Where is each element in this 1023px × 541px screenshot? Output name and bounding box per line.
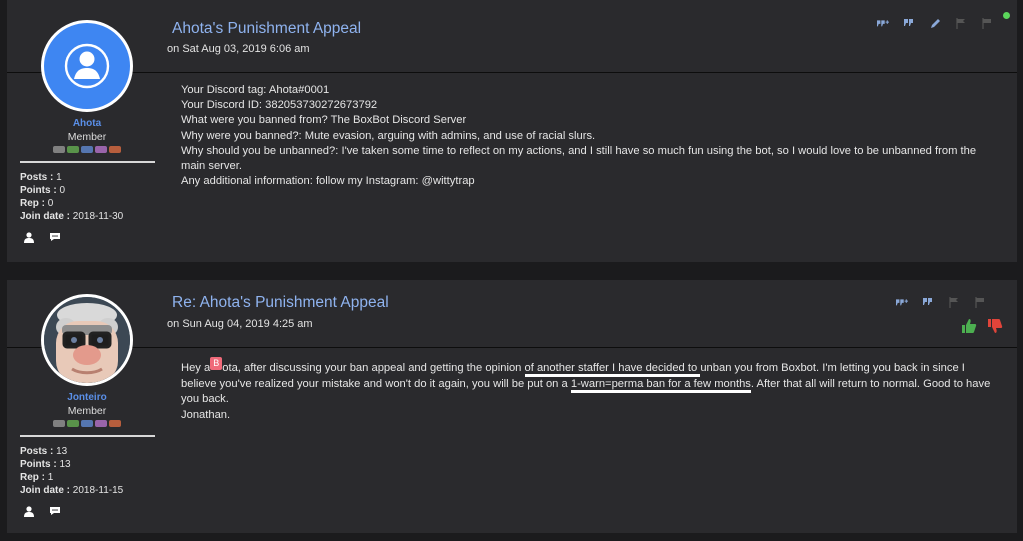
- post-1: Ahota's Punishment Appeal on Sat Aug 03,…: [7, 0, 1017, 262]
- author-profile: Ahota Member Posts : 1 Points : 0 Rep : …: [7, 20, 167, 243]
- stat-posts: Posts : 13: [20, 445, 167, 458]
- body-text: ota, after discussing your ban appeal an…: [222, 362, 525, 374]
- profile-divider: [20, 161, 155, 163]
- stat-value: 1: [47, 472, 54, 483]
- rank-badge: [81, 146, 93, 153]
- multi-quote-icon[interactable]: [896, 296, 908, 308]
- flag-icon[interactable]: [955, 17, 967, 29]
- stat-value: 13: [59, 459, 71, 470]
- post-date: on Sat Aug 03, 2019 6:06 am: [167, 43, 310, 55]
- rank-badge: [53, 146, 65, 153]
- rank-badge: [81, 420, 93, 427]
- body-text: Hey a: [181, 362, 211, 374]
- stat-join-date: Join date : 2018-11-30: [20, 210, 167, 223]
- username-link[interactable]: Ahota: [7, 118, 167, 129]
- stat-value: 13: [56, 446, 68, 457]
- stat-posts: Posts : 1: [20, 171, 167, 184]
- stat-label: Points :: [20, 185, 57, 196]
- online-status-indicator: [1003, 12, 1010, 19]
- profile-icon[interactable]: [23, 505, 35, 517]
- rank-badges: [7, 420, 167, 427]
- signature-line: Jonathan.: [181, 408, 231, 421]
- post-body: Your Discord tag: Ahota#0001 Your Discor…: [181, 83, 991, 189]
- underlined-text: of another staffer I have decided to: [524, 362, 701, 377]
- post-title-link[interactable]: Re: Ahota's Punishment Appeal: [172, 294, 389, 312]
- stat-value: 0: [47, 198, 54, 209]
- profile-links: [7, 231, 167, 243]
- avatar[interactable]: [41, 294, 133, 386]
- profile-divider: [20, 435, 155, 437]
- body-line: Why were you banned?: Mute evasion, argu…: [181, 129, 596, 142]
- rank-badge: [95, 420, 107, 427]
- user-stats: Posts : 1 Points : 0 Rep : 0 Join date :…: [7, 171, 167, 223]
- notification-badge: B: [210, 357, 223, 370]
- rank-badge: [109, 146, 121, 153]
- vote-buttons: [961, 318, 1003, 334]
- username-link[interactable]: Jonteiro: [7, 392, 167, 403]
- avatar[interactable]: [41, 20, 133, 112]
- underlined-text: 1-warn=perma ban for a few months: [570, 377, 751, 393]
- rank-badge: [95, 146, 107, 153]
- flag-icon[interactable]: [948, 296, 960, 308]
- quote-icon[interactable]: [903, 17, 915, 29]
- date-value: Sat Aug 03, 2019 6:06 am: [182, 43, 310, 55]
- user-rank: Member: [67, 131, 107, 143]
- thumbs-down-icon[interactable]: [987, 318, 1003, 334]
- author-profile: Jonteiro Member Posts : 13 Points : 13 R…: [7, 294, 167, 517]
- edit-icon[interactable]: [929, 17, 941, 29]
- rank-badge: [67, 420, 79, 427]
- stat-value: 2018-11-30: [72, 211, 124, 222]
- stat-value: 1: [56, 172, 62, 183]
- rank-badge: [109, 420, 121, 427]
- stat-label: Rep :: [20, 472, 45, 483]
- stat-value: 0: [59, 185, 66, 196]
- message-icon[interactable]: [49, 231, 61, 243]
- body-line: Why should you be unbanned?: I've taken …: [181, 144, 977, 173]
- warn-flag-icon[interactable]: [981, 17, 993, 29]
- stat-join-date: Join date : 2018-11-15: [20, 484, 167, 497]
- warn-flag-icon[interactable]: [974, 296, 986, 308]
- rank-badge: [67, 146, 79, 153]
- profile-icon[interactable]: [23, 231, 35, 243]
- stat-points: Points : 0: [20, 184, 167, 197]
- date-prefix: on: [167, 318, 180, 330]
- rank-badges: [7, 146, 167, 153]
- post-title-link[interactable]: Ahota's Punishment Appeal: [172, 20, 361, 38]
- quote-icon[interactable]: [922, 296, 934, 308]
- post-2: Re: Ahota's Punishment Appeal on Sun Aug…: [7, 280, 1017, 533]
- thumbs-up-icon[interactable]: [961, 318, 977, 334]
- multi-quote-icon[interactable]: [877, 17, 889, 29]
- rank-badge: [53, 420, 65, 427]
- stat-rep: Rep : 0: [20, 197, 167, 210]
- post-date: on Sun Aug 04, 2019 4:25 am: [167, 318, 313, 330]
- profile-links: [7, 505, 167, 517]
- message-icon[interactable]: [49, 505, 61, 517]
- body-line: Any additional information: follow my In…: [181, 175, 475, 188]
- stat-rep: Rep : 1: [20, 471, 167, 484]
- user-stats: Posts : 13 Points : 13 Rep : 1 Join date…: [7, 445, 167, 497]
- stat-points: Points : 13: [20, 458, 167, 471]
- post-tools: [896, 295, 986, 309]
- body-line: Your Discord ID: 382053730272673792: [181, 99, 378, 112]
- body-line: What were you banned from? The BoxBot Di…: [181, 114, 467, 127]
- post-body: Hey a Bota, after discussing your ban app…: [181, 357, 991, 423]
- stat-label: Join date :: [20, 485, 71, 496]
- stat-label: Posts :: [20, 446, 54, 457]
- stat-label: Rep :: [20, 198, 45, 209]
- date-prefix: on: [167, 43, 180, 55]
- post-tools: [877, 16, 993, 30]
- stat-label: Join date :: [20, 211, 71, 222]
- date-value: Sun Aug 04, 2019 4:25 am: [182, 318, 313, 330]
- stat-label: Points :: [20, 459, 57, 470]
- user-rank: Member: [67, 405, 107, 417]
- stat-label: Posts :: [20, 172, 54, 183]
- body-line: Your Discord tag: Ahota#0001: [181, 84, 330, 96]
- stat-value: 2018-11-15: [72, 485, 124, 496]
